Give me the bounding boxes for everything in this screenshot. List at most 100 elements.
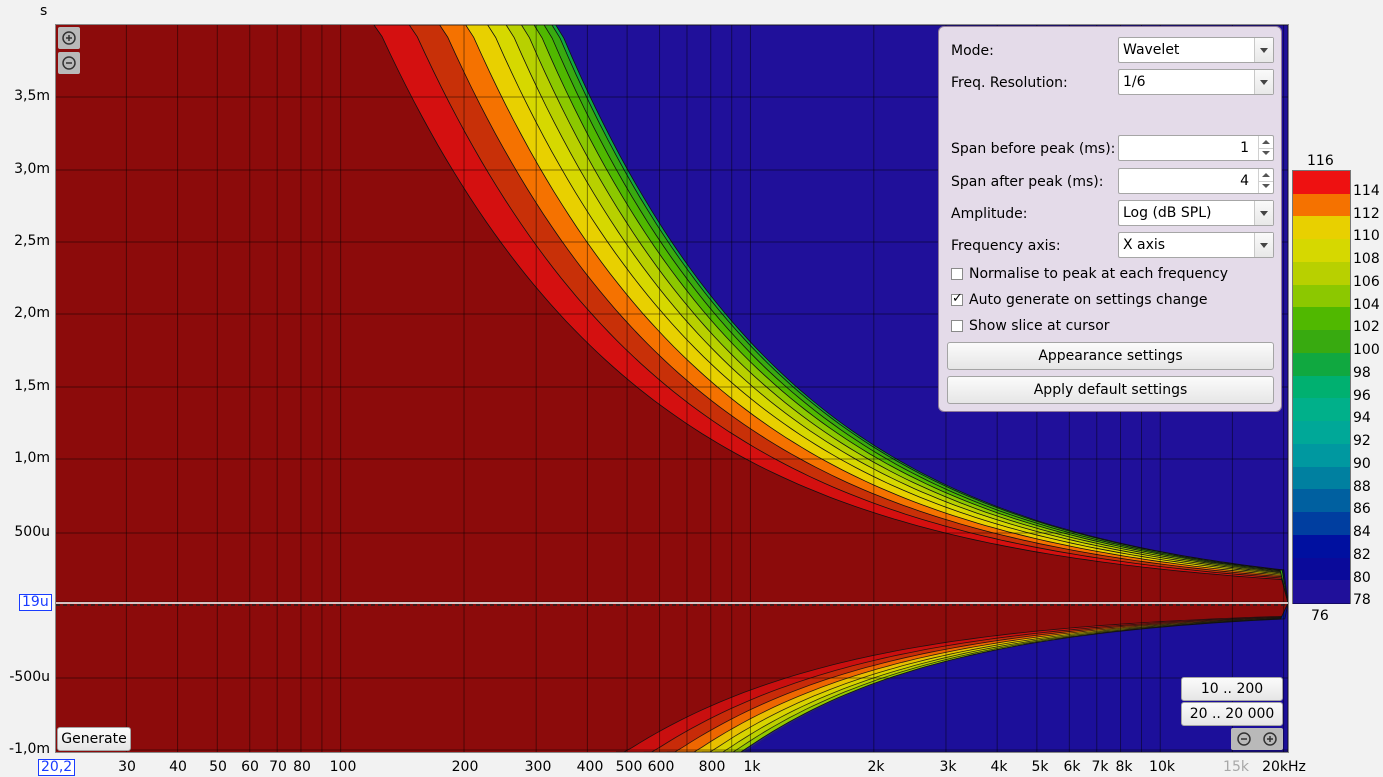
x-tick-label: 300 xyxy=(524,759,552,775)
legend-label: 94 xyxy=(1353,410,1371,427)
span-before-value: 1 xyxy=(1240,140,1249,156)
autogen-checkbox[interactable] xyxy=(951,291,963,307)
mode-label: Mode: xyxy=(951,43,994,59)
mode-value: Wavelet xyxy=(1123,42,1180,58)
amplitude-select[interactable]: Log (dB SPL) xyxy=(1118,200,1274,226)
x-tick-label: 800 xyxy=(698,759,726,775)
chevron-down-icon[interactable] xyxy=(1254,38,1273,62)
x-tick-label: 50 xyxy=(209,759,227,775)
x-zoom-out-icon[interactable] xyxy=(1237,732,1251,746)
x-tick-label: 1k xyxy=(743,759,761,775)
legend-swatch xyxy=(1293,284,1350,309)
legend-min: 76 xyxy=(1311,608,1329,624)
x-tick-label: 60 xyxy=(241,759,259,775)
legend-label: 114 xyxy=(1353,183,1380,199)
legend-label: 110 xyxy=(1353,228,1380,245)
y-tick-label: 1,0m xyxy=(14,450,50,466)
x-tick-label: 8k xyxy=(1115,759,1133,775)
legend-label: 90 xyxy=(1353,455,1371,472)
x-tick-label: 20kHz xyxy=(1262,759,1306,775)
x-tick-label: 7k xyxy=(1091,759,1109,775)
legend-swatch xyxy=(1293,534,1350,560)
freq-resolution-select[interactable]: 1/6 xyxy=(1118,69,1274,95)
chevron-down-icon[interactable] xyxy=(1254,70,1273,94)
legend-swatch xyxy=(1293,261,1350,287)
range-20-20000-button[interactable]: 20 .. 20 000 xyxy=(1181,702,1283,726)
legend-label: 96 xyxy=(1353,387,1371,404)
slice-checkbox[interactable] xyxy=(951,320,963,332)
freq-resolution-value: 1/6 xyxy=(1123,74,1146,90)
legend-label: 92 xyxy=(1353,433,1371,450)
x-tick-label: 40 xyxy=(169,759,187,775)
generate-button[interactable]: Generate xyxy=(57,727,131,751)
chevron-down-icon[interactable] xyxy=(1254,233,1273,257)
legend-label: 106 xyxy=(1353,273,1380,290)
legend-label: 98 xyxy=(1353,364,1371,381)
x-tick-label: 6k xyxy=(1063,759,1081,775)
span-after-label: Span after peak (ms): xyxy=(951,174,1104,190)
y-tick-label: 2,5m xyxy=(14,233,50,249)
slice-checkbox-row[interactable]: Show slice at cursor xyxy=(951,318,1110,334)
legend-swatch xyxy=(1293,375,1350,400)
zoom-out-icon xyxy=(62,56,76,70)
normalise-label: Normalise to peak at each frequency xyxy=(969,266,1228,282)
legend-swatch xyxy=(1293,512,1350,537)
appearance-settings-button[interactable]: Appearance settings xyxy=(947,342,1274,370)
legend-swatch xyxy=(1293,557,1350,582)
zoom-in-button[interactable] xyxy=(58,27,80,49)
legend-swatch xyxy=(1293,489,1350,514)
y-tick-label: 3,0m xyxy=(14,161,50,177)
span-before-input[interactable]: 1 xyxy=(1118,135,1274,161)
legend-label: 80 xyxy=(1353,569,1371,586)
legend-swatch xyxy=(1293,330,1350,355)
autogen-checkbox-row[interactable]: Auto generate on settings change xyxy=(951,291,1208,308)
zoom-out-button[interactable] xyxy=(58,52,80,74)
x-tick-label: 600 xyxy=(647,759,675,775)
normalise-checkbox-row[interactable]: Normalise to peak at each frequency xyxy=(951,266,1228,282)
y-tick-label: 3,5m xyxy=(14,88,50,104)
legend-label: 84 xyxy=(1353,524,1371,541)
x-tick-label: 4k xyxy=(990,759,1008,775)
x-tick-label: 70 xyxy=(269,759,287,775)
x-zoom-in-icon[interactable] xyxy=(1263,732,1277,746)
normalise-checkbox[interactable] xyxy=(951,268,963,280)
amplitude-value: Log (dB SPL) xyxy=(1123,205,1212,221)
y-tick-label: -1,0m xyxy=(9,741,50,757)
frequency-axis-select[interactable]: X axis xyxy=(1118,232,1274,258)
legend-swatch xyxy=(1293,443,1350,469)
legend-swatch xyxy=(1293,307,1350,332)
legend-swatch xyxy=(1293,352,1350,378)
legend-label: 102 xyxy=(1353,319,1380,336)
x-tick-label: 15k xyxy=(1223,759,1249,775)
legend-max: 116 xyxy=(1307,153,1334,169)
freq-resolution-label: Freq. Resolution: xyxy=(951,75,1068,91)
chevron-down-icon[interactable] xyxy=(1254,201,1273,225)
legend-swatch xyxy=(1293,466,1350,491)
span-after-input[interactable]: 4 xyxy=(1118,168,1274,194)
frequency-axis-label: Frequency axis: xyxy=(951,238,1061,254)
legend-swatch xyxy=(1293,239,1350,264)
x-tick-label: 3k xyxy=(939,759,957,775)
wavelet-settings-panel: Mode: Wavelet Freq. Resolution: 1/6 Span… xyxy=(938,26,1282,412)
legend-label: 104 xyxy=(1353,296,1380,313)
spin-down-icon[interactable] xyxy=(1259,148,1273,160)
spin-down-icon[interactable] xyxy=(1259,181,1273,193)
legend-label: 82 xyxy=(1353,546,1371,563)
frequency-axis-value: X axis xyxy=(1123,237,1166,253)
zoom-in-icon xyxy=(62,31,76,45)
x-tick-label: 100 xyxy=(329,759,357,775)
x-tick-label: 2k xyxy=(867,759,885,775)
x-tick-label: 30 xyxy=(118,759,136,775)
apply-default-settings-button[interactable]: Apply default settings xyxy=(947,376,1274,404)
x-tick-label: 5k xyxy=(1031,759,1049,775)
legend-swatch xyxy=(1293,193,1350,218)
legend-label: 112 xyxy=(1353,205,1380,222)
legend-label: 88 xyxy=(1353,478,1371,495)
x-cursor-marker: 20,2 xyxy=(38,759,76,776)
mode-select[interactable]: Wavelet xyxy=(1118,37,1274,63)
y-tick-label: -500u xyxy=(9,669,50,685)
y-axis-unit: s xyxy=(40,3,48,19)
color-scale-legend xyxy=(1292,170,1351,605)
legend-swatch xyxy=(1293,580,1350,605)
range-10-200-button[interactable]: 10 .. 200 xyxy=(1181,677,1283,701)
